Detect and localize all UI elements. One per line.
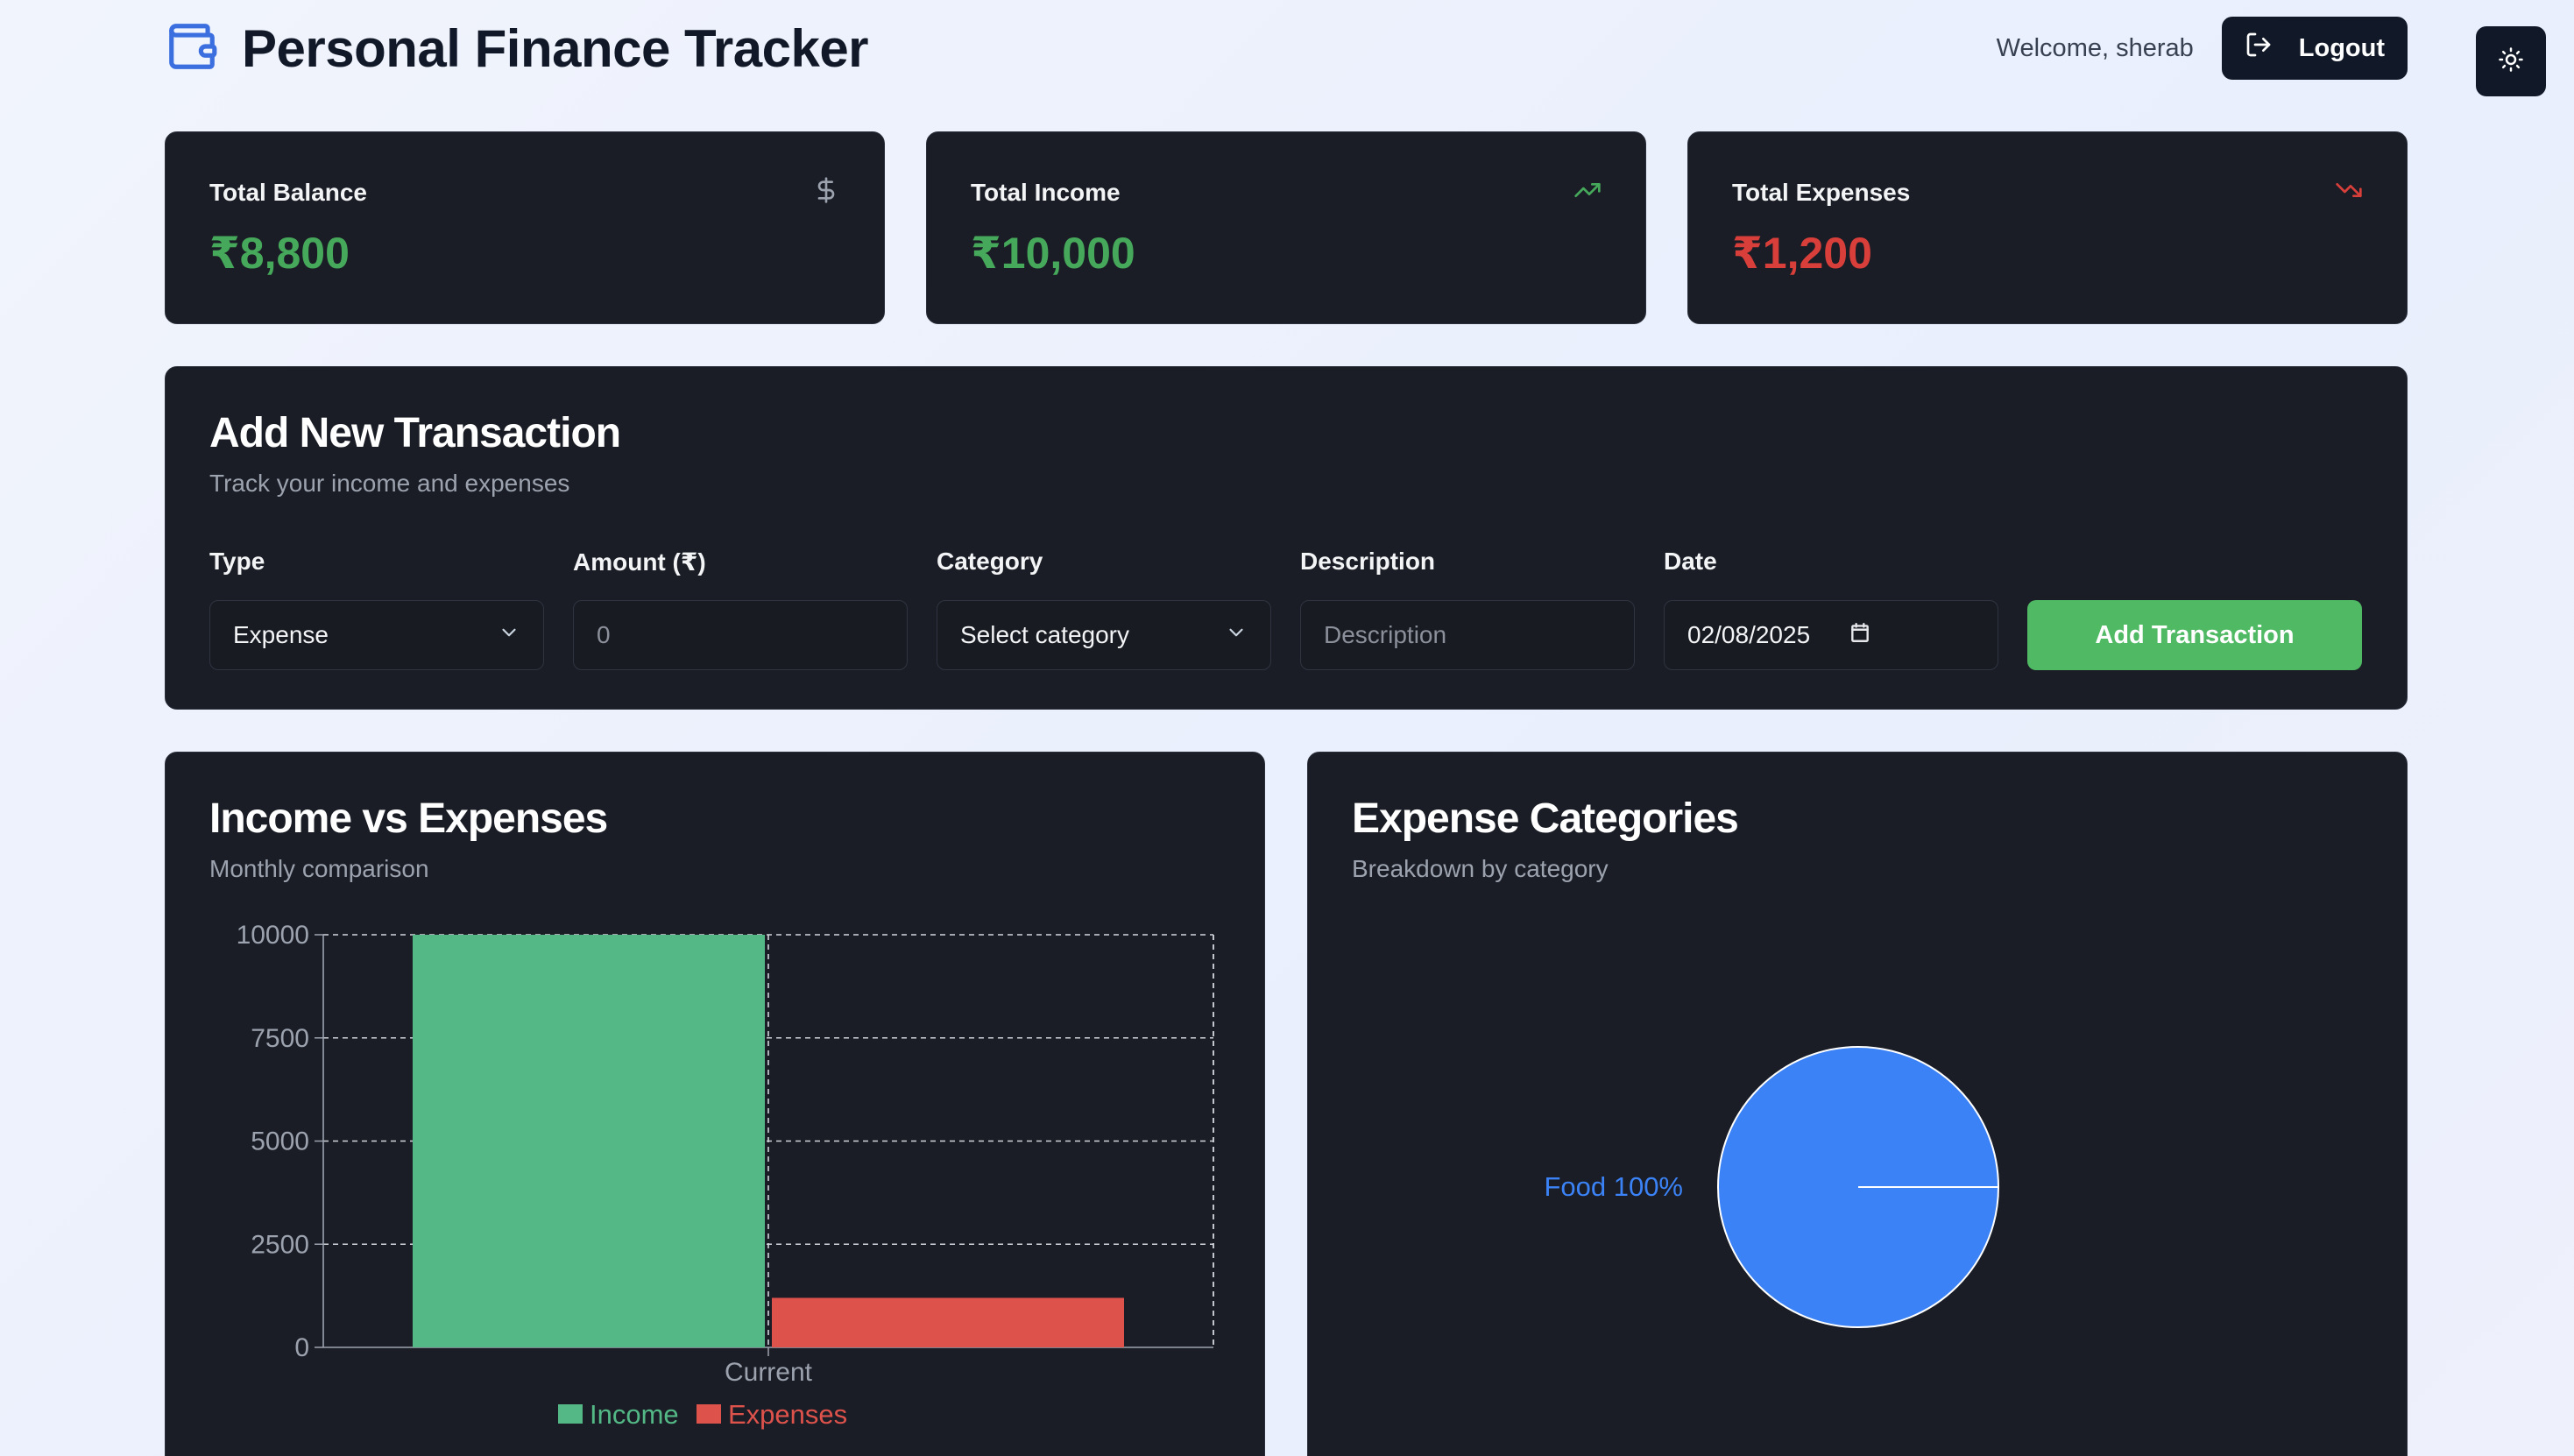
- total-balance-card: Total Balance ₹8,800: [165, 131, 885, 324]
- y-tick-label: 7500: [251, 1024, 309, 1053]
- submit-field: Add Transaction: [2027, 548, 2362, 670]
- total-income-card: Total Income ₹10,000: [926, 131, 1646, 324]
- date-label: Date: [1664, 548, 1717, 575]
- category-value: Select category: [960, 621, 1129, 648]
- legend-label-expenses: Expenses: [728, 1399, 847, 1430]
- app-header: Personal Finance Tracker Welcome, sherab…: [165, 9, 2408, 88]
- expense-category-pie-chart: Food 100%: [1544, 1046, 1999, 1328]
- date-field: Date 02/08/2025: [1664, 548, 1998, 670]
- bar-income: [413, 935, 765, 1347]
- chevron-down-icon: [498, 621, 520, 650]
- chevron-down-icon: [1225, 621, 1248, 650]
- description-label: Description: [1300, 548, 1436, 575]
- page-title: Personal Finance Tracker: [242, 18, 869, 78]
- income-expense-bar-chart: 0 2500 5000 7500 10000 Current Income Expenses: [237, 921, 1214, 1430]
- theme-toggle-button[interactable]: [2476, 26, 2546, 96]
- logout-icon: [2245, 31, 2273, 66]
- dollar-icon: [812, 176, 840, 209]
- wallet-icon: [165, 19, 219, 78]
- description-placeholder: Description: [1324, 621, 1447, 648]
- balance-value: ₹8,800: [209, 229, 350, 278]
- category-label: Category: [937, 548, 1043, 575]
- y-tick-label: 10000: [237, 921, 309, 950]
- transaction-form: Type Expense Amount (₹) 0 Category Selec…: [209, 548, 2362, 670]
- category-select[interactable]: Select category: [937, 600, 1271, 670]
- legend-swatch: [697, 1404, 721, 1424]
- header-actions: Welcome, sherab Logout: [1997, 17, 2408, 80]
- income-vs-expenses-card: Income vs Expenses Monthly comparison 02…: [165, 752, 1265, 1456]
- description-input[interactable]: Description: [1300, 600, 1635, 670]
- trending-down-icon: [2335, 176, 2363, 209]
- brand: Personal Finance Tracker: [165, 18, 869, 79]
- welcome-text: Welcome, sherab: [1996, 33, 2194, 62]
- form-subtitle: Track your income and expenses: [209, 470, 570, 497]
- amount-label: Amount (₹): [573, 548, 706, 576]
- stat-title: Total Expenses: [1732, 178, 1911, 206]
- legend-label-income: Income: [590, 1399, 679, 1430]
- trending-up-icon: [1573, 176, 1602, 209]
- category-field: Category Select category: [937, 548, 1271, 670]
- amount-field: Amount (₹) 0: [573, 548, 908, 670]
- add-transaction-button[interactable]: Add Transaction: [2027, 600, 2362, 670]
- amount-input[interactable]: 0: [573, 600, 908, 670]
- pie-data-label: Food 100%: [1544, 1171, 1683, 1202]
- calendar-icon[interactable]: [1849, 621, 1871, 650]
- legend-swatch: [558, 1404, 583, 1424]
- finance-dashboard: Personal Finance Tracker Welcome, sherab…: [0, 0, 2574, 1456]
- sun-icon: [2498, 46, 2524, 77]
- date-value: 02/08/2025: [1687, 621, 1811, 648]
- total-expenses-card: Total Expenses ₹1,200: [1687, 131, 2408, 324]
- date-input[interactable]: 02/08/2025: [1664, 600, 1998, 670]
- y-tick-label: 2500: [251, 1230, 309, 1259]
- y-tick-label: 0: [294, 1333, 309, 1362]
- type-select[interactable]: Expense: [209, 600, 544, 670]
- stat-title: Total Balance: [209, 178, 367, 206]
- description-field: Description Description: [1300, 548, 1635, 670]
- type-label: Type: [209, 548, 265, 575]
- income-value: ₹10,000: [971, 229, 1135, 278]
- logout-label: Logout: [2298, 33, 2385, 62]
- type-field: Type Expense: [209, 548, 544, 670]
- y-tick-label: 5000: [251, 1127, 309, 1156]
- x-tick-label: Current: [725, 1358, 813, 1387]
- form-title: Add New Transaction: [209, 410, 621, 456]
- expenses-value: ₹1,200: [1732, 229, 1872, 278]
- add-transaction-card: Add New Transaction Track your income an…: [165, 366, 2408, 710]
- amount-placeholder: 0: [597, 621, 611, 648]
- bar-expenses: [772, 1297, 1124, 1347]
- logout-button[interactable]: Logout: [2221, 17, 2408, 80]
- expense-categories-card: Expense Categories Breakdown by category…: [1307, 752, 2408, 1456]
- type-value: Expense: [233, 621, 329, 648]
- stat-title: Total Income: [971, 178, 1121, 206]
